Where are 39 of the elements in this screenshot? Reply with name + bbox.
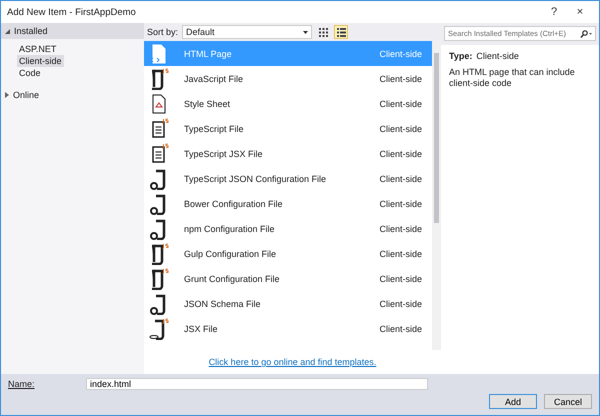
help-button[interactable]: ?	[541, 6, 567, 18]
template-row[interactable]: Gulp Configuration File Client-side	[144, 241, 432, 266]
grid-icon	[318, 28, 328, 36]
template-row[interactable]: Grunt Configuration File Client-side	[144, 266, 432, 291]
name-input[interactable]: index.html	[86, 378, 428, 390]
template-row[interactable]: TypeScript JSX File Client-side	[144, 141, 432, 166]
sidebar-item[interactable]: Code	[17, 67, 43, 79]
template-row[interactable]: TypeScript JSON Configuration File Client-side	[144, 166, 432, 191]
sort-label: Sort by:	[147, 27, 178, 37]
expander-icon[interactable]	[5, 28, 10, 34]
template-row[interactable]: Bower Configuration File Client-side	[144, 191, 432, 216]
tree-node[interactable]: Installed	[1, 23, 144, 39]
scrollbar[interactable]	[432, 41, 441, 350]
list-view-button[interactable]	[334, 25, 348, 39]
sidebar-item[interactable]: ASP.NET	[17, 43, 58, 55]
sidebar-item[interactable]: Client-side	[17, 55, 64, 67]
type-value: Client-side	[476, 51, 519, 61]
list-icon	[336, 28, 346, 36]
template-row[interactable]: TypeScript File Client-side	[144, 116, 432, 141]
template-description: An HTML page that can include client-side code	[449, 67, 576, 89]
expander-icon[interactable]	[5, 92, 9, 98]
cancel-button[interactable]: Cancel	[544, 394, 592, 409]
template-row[interactable]: npm Configuration File Client-side	[144, 216, 432, 241]
type-label: Type:	[449, 51, 472, 61]
dropdown-arrow-icon	[303, 30, 308, 34]
window-title: Add New Item - FirstAppDemo	[7, 6, 137, 18]
add-button[interactable]: Add	[489, 394, 537, 409]
template-row[interactable]: Style Sheet Client-side	[144, 91, 432, 116]
file-icon	[148, 318, 170, 340]
online-templates-link[interactable]: Click here to go online and find templates.	[208, 357, 376, 367]
template-row[interactable]: JavaScript File Client-side	[144, 66, 432, 91]
name-label: Name:	[8, 379, 36, 389]
template-row[interactable]: JSX File Client-side	[144, 316, 432, 341]
tree-node[interactable]: Online	[1, 87, 144, 103]
sort-dropdown[interactable]: Default	[182, 25, 312, 39]
grid-view-button[interactable]	[316, 25, 330, 39]
template-row[interactable]: JSON Schema File Client-side	[144, 291, 432, 316]
search-icon	[580, 30, 592, 38]
close-button[interactable]: ×	[567, 6, 593, 18]
